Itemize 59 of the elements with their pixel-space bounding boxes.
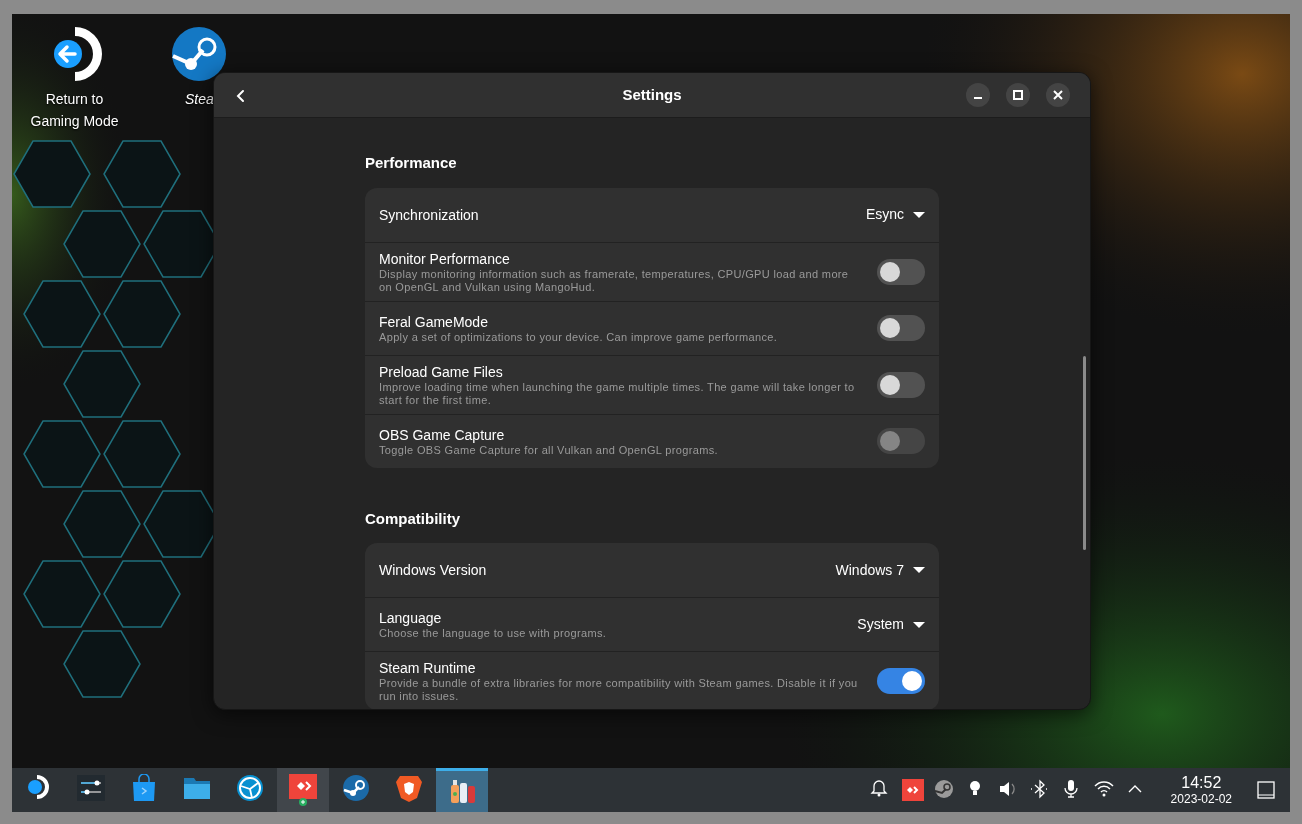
- setting-description: Choose the language to use with programs.: [379, 627, 608, 640]
- dropdown[interactable]: Windows 7: [835, 559, 925, 581]
- clock[interactable]: 14:52 2023-02-02: [1160, 775, 1242, 805]
- dropdown[interactable]: Esync: [865, 204, 925, 225]
- bell-icon: [870, 780, 887, 797]
- taskbar-app[interactable]: [277, 768, 329, 812]
- remote-desktop-icon: [901, 779, 924, 801]
- steam-logo-icon[interactable]: [170, 26, 229, 84]
- speaker-icon: [999, 782, 1015, 796]
- lightbulb-icon: [969, 781, 980, 795]
- caret-up-icon: [1127, 785, 1142, 793]
- desktop-icon: [1257, 781, 1275, 799]
- chevron-left-icon: [236, 89, 244, 102]
- wifi-icon: [1093, 781, 1114, 797]
- toggle-switch[interactable]: [877, 258, 925, 285]
- sync-globe-icon: [237, 775, 263, 801]
- setting-label: Monitor Performance: [379, 249, 511, 268]
- setting-label: Windows Version: [379, 561, 488, 579]
- section-heading: Performance: [365, 153, 458, 173]
- toggle-switch[interactable]: [877, 315, 925, 341]
- setting-label: OBS Game Capture: [379, 425, 506, 444]
- bluetooth-icon: [1029, 779, 1049, 799]
- icon-label[interactable]: Stea: [185, 88, 214, 110]
- setting-description: Toggle OBS Game Capture for all Vulkan and OpenGL programs.: [379, 443, 719, 457]
- icon-label[interactable]: Return to Gaming Mode: [19, 88, 130, 132]
- maximize-button[interactable]: [1006, 83, 1030, 107]
- scrollbar[interactable]: [1083, 356, 1086, 550]
- setting-description: Provide a bundle of extra libraries for more compatibility with Steam games. Disable it if you run into issues.: [379, 677, 859, 703]
- setting-label: Feral GameMode: [379, 312, 489, 331]
- steam-logo-icon: [343, 775, 369, 801]
- steam-logo-icon: [933, 780, 953, 798]
- maximize-icon: [1013, 90, 1023, 100]
- remote-desktop-icon: [289, 774, 317, 806]
- setting-description: Improve loading time when launching the game multiple times. The game will take longer to start for the first time.: [379, 380, 856, 407]
- sliders-icon: [77, 775, 105, 801]
- window-title: Settings: [622, 84, 682, 105]
- setting-label: Synchronization: [379, 205, 480, 224]
- toggle-switch[interactable]: [877, 668, 925, 694]
- setting-label: Language: [379, 609, 443, 627]
- section-heading: Compatibility: [365, 508, 461, 529]
- steamos-logo-icon: [28, 775, 49, 799]
- minimize-button[interactable]: [966, 83, 990, 107]
- toggle-switch[interactable]: [877, 371, 925, 398]
- setting-description: Display monitoring information such as framerate, temperatures, CPU/GPU load and more on OpenGL and Vulkan using MangoHud.: [379, 267, 850, 294]
- microphone-icon: [1063, 780, 1078, 798]
- close-button[interactable]: [1046, 83, 1070, 107]
- close-icon: [1053, 90, 1063, 100]
- setting-label: Steam Runtime: [379, 659, 477, 677]
- setting-label: Preload Game Files: [379, 362, 504, 381]
- lion-shield-icon: [396, 776, 422, 802]
- caret-down-icon: [913, 211, 925, 218]
- caret-down-icon: [913, 567, 925, 573]
- folder-icon: [184, 778, 210, 799]
- bottles-icon: [451, 779, 475, 803]
- caret-down-icon: [913, 621, 925, 628]
- minimize-icon: [973, 97, 983, 99]
- dropdown[interactable]: System: [857, 614, 925, 635]
- setting-description: Apply a set of optimizations to your device. Can improve game performance.: [379, 330, 779, 344]
- shopping-bag-icon: [133, 774, 155, 801]
